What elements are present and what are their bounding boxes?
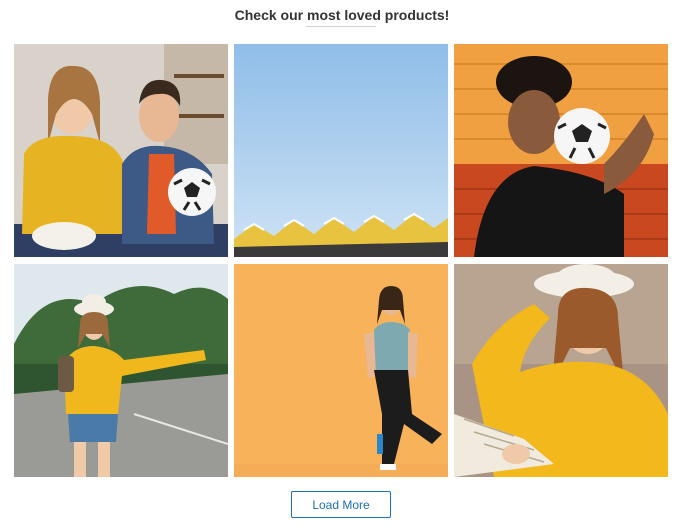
product-tile-2[interactable] (234, 44, 448, 257)
girl-reading-map-yellow-sweater-photo (454, 264, 668, 477)
product-tile-6[interactable] (454, 264, 668, 477)
man-holding-football-orange-wall-photo (454, 44, 668, 257)
girl-hitchhiking-road-photo (14, 264, 228, 477)
title-underline (306, 26, 376, 27)
couple-watching-football-photo (14, 44, 228, 257)
blue-sky-cube-houses-photo (234, 44, 448, 257)
woman-fitness-orange-background-photo (234, 264, 448, 477)
load-more-button[interactable]: Load More (291, 491, 391, 518)
product-tile-5[interactable] (234, 264, 448, 477)
product-tile-1[interactable] (14, 44, 228, 257)
section-title: Check our most loved products! (234, 7, 450, 23)
product-tile-4[interactable] (14, 264, 228, 477)
product-grid (14, 44, 668, 477)
product-tile-3[interactable] (454, 44, 668, 257)
